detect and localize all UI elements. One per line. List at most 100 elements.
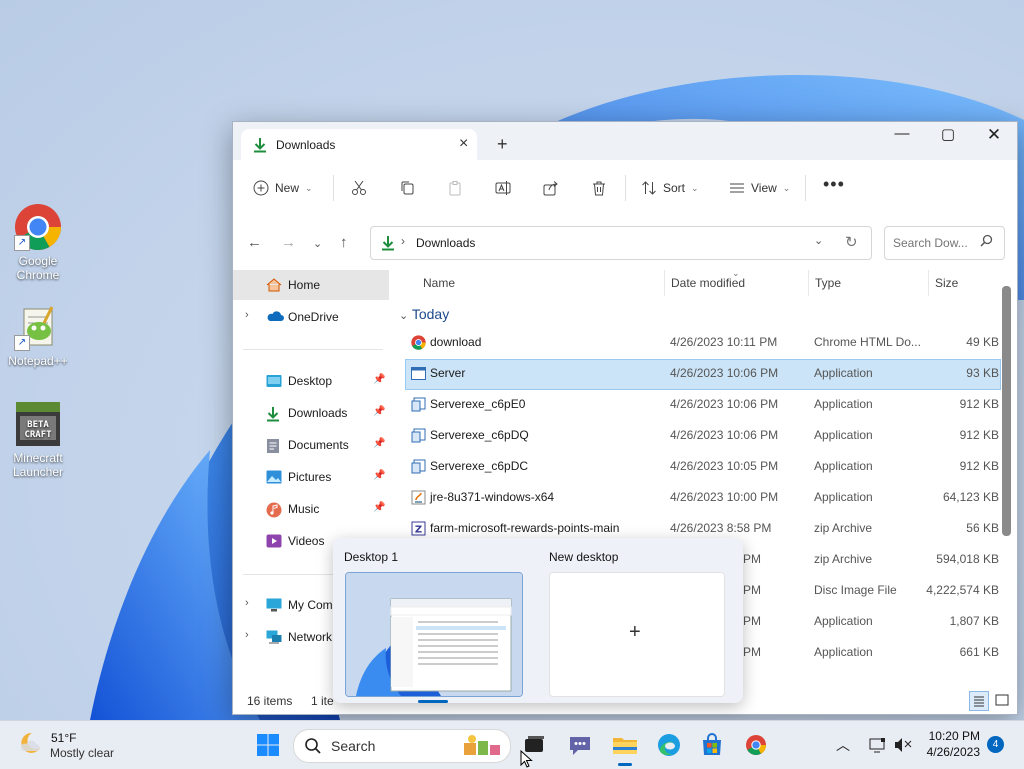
desktop-1-label: Desktop 1 — [344, 550, 399, 564]
close-tab-icon[interactable]: × — [459, 135, 468, 153]
download-icon — [266, 406, 282, 422]
table-row[interactable]: download 4/26/2023 10:11 PM Chrome HTML … — [405, 328, 999, 357]
sidebar-item-documents[interactable]: Documents 📌 — [233, 430, 389, 460]
taskbar-search[interactable]: Search — [293, 729, 511, 763]
details-view-button[interactable] — [969, 691, 989, 711]
weather-widget[interactable]: 51°F Mostly clear — [16, 729, 114, 760]
table-row[interactable]: Serverexe_c6pDC 4/26/2023 10:05 PM Appli… — [405, 452, 999, 481]
file-size: 594,018 KB — [936, 552, 999, 566]
new-desktop-button[interactable]: + — [549, 572, 725, 697]
address-dropdown-icon[interactable]: ⌄ — [814, 234, 823, 247]
selected-count: 1 ite — [311, 694, 334, 708]
minecraft-icon: BETA CRAFT — [14, 400, 62, 448]
share-button[interactable] — [543, 178, 559, 198]
chrome-html-icon — [411, 335, 426, 350]
file-name: jre-8u371-windows-x64 — [430, 490, 555, 504]
table-row-selected[interactable]: Server 4/26/2023 10:06 PM Application 93… — [405, 359, 1001, 390]
paste-button[interactable] — [447, 178, 463, 198]
group-header-today[interactable]: ⌄ Today — [399, 306, 449, 322]
teams-chat-button[interactable] — [564, 729, 596, 761]
close-window-button[interactable]: ✕ — [971, 125, 1017, 145]
file-name: Server — [430, 366, 466, 380]
desktop-icon-chrome[interactable]: ↗ Google Chrome — [4, 203, 72, 282]
volume-tray-button[interactable] — [888, 729, 920, 761]
plus-circle-icon — [253, 180, 269, 196]
file-size: 912 KB — [959, 397, 999, 411]
new-button[interactable]: New ⌄ — [253, 178, 313, 198]
sidebar-item-onedrive[interactable]: › OneDrive — [233, 302, 389, 332]
system-clock[interactable]: 10:20 PM 4/26/2023 — [918, 729, 980, 759]
show-hidden-icons-button[interactable]: ︿ — [836, 735, 850, 755]
sidebar-item-downloads[interactable]: Downloads 📌 — [233, 398, 389, 428]
file-type: Application — [814, 490, 873, 504]
view-list-icon — [730, 183, 744, 193]
sidebar-item-music[interactable]: Music 📌 — [233, 494, 389, 524]
file-name: Serverexe_c6pDC — [430, 459, 529, 473]
chrome-taskbar-button[interactable] — [740, 729, 772, 761]
sidebar-item-home[interactable]: Home — [233, 270, 389, 300]
recent-locations-button[interactable]: ⌄ — [313, 237, 322, 250]
address-bar[interactable]: › Downloads ⌄ ↻ — [370, 226, 872, 260]
toolbar-divider — [333, 175, 334, 201]
refresh-icon[interactable]: ↻ — [845, 233, 858, 251]
column-header-size[interactable]: Size — [935, 276, 958, 290]
notification-badge[interactable]: 4 — [987, 736, 1004, 753]
sidebar-item-desktop[interactable]: Desktop 📌 — [233, 366, 389, 396]
column-divider[interactable] — [664, 270, 665, 296]
cut-button[interactable] — [351, 178, 367, 198]
edge-button[interactable] — [653, 729, 685, 761]
sort-label: Sort — [663, 181, 686, 195]
videos-icon — [266, 534, 282, 548]
file-date: 4/26/2023 10:06 PM — [670, 428, 779, 442]
chevron-down-icon: ⌄ — [691, 182, 699, 193]
file-type: Application — [814, 366, 873, 380]
delete-button[interactable] — [591, 178, 607, 198]
sort-button[interactable]: Sort ⌄ — [641, 178, 699, 198]
rename-button[interactable] — [495, 178, 511, 198]
pictures-icon — [266, 470, 282, 484]
file-size: 912 KB — [959, 459, 999, 473]
back-button[interactable]: ← — [247, 234, 262, 251]
search-input[interactable] — [891, 235, 979, 251]
up-button[interactable]: ↑ — [340, 234, 348, 251]
view-button[interactable]: View ⌄ — [729, 178, 790, 198]
maximize-button[interactable]: ▢ — [925, 125, 971, 143]
start-button[interactable] — [252, 729, 284, 761]
column-header-name[interactable]: Name — [423, 276, 455, 290]
item-count: 16 items — [247, 694, 293, 708]
mouse-cursor-icon — [520, 750, 533, 768]
table-row[interactable]: Serverexe_c6pDQ 4/26/2023 10:06 PM Appli… — [405, 421, 999, 450]
desktop-icon-minecraft[interactable]: BETA CRAFT Minecraft Launcher — [4, 400, 72, 479]
copy-button[interactable] — [399, 178, 415, 198]
tiles-view-button[interactable] — [993, 691, 1011, 712]
toolbar-divider — [805, 175, 806, 201]
desktop-icon-label: Notepad++ — [8, 354, 68, 368]
more-options-button[interactable]: ••• — [823, 174, 845, 194]
shortcut-arrow-icon: ↗ — [14, 335, 30, 351]
vertical-scrollbar[interactable] — [1002, 286, 1011, 536]
weather-temp: 51°F — [51, 731, 77, 745]
expand-chevron-icon[interactable]: › — [245, 629, 249, 641]
tab-downloads[interactable]: Downloads × — [241, 129, 477, 160]
minimize-button[interactable]: — — [879, 125, 925, 142]
active-app-indicator — [618, 763, 632, 766]
sidebar-item-pictures[interactable]: Pictures 📌 — [233, 462, 389, 492]
new-tab-button[interactable]: + — [497, 134, 508, 155]
expand-chevron-icon[interactable]: › — [245, 597, 249, 609]
desktop-1-thumbnail[interactable] — [345, 572, 523, 697]
column-divider[interactable] — [928, 270, 929, 296]
column-divider[interactable] — [808, 270, 809, 296]
column-header-type[interactable]: Type — [815, 276, 841, 290]
copy-icon — [401, 181, 414, 195]
file-explorer-taskbar-button[interactable] — [609, 729, 641, 761]
file-type: Application — [814, 614, 873, 628]
table-row[interactable]: Serverexe_c6pE0 4/26/2023 10:06 PM Appli… — [405, 390, 999, 419]
store-button[interactable] — [696, 729, 728, 761]
file-size: 93 KB — [966, 366, 999, 380]
expand-chevron-icon[interactable]: › — [245, 309, 249, 321]
desktop-icon-notepadpp[interactable]: ↗ Notepad++ — [4, 303, 72, 368]
search-box[interactable] — [884, 226, 1005, 260]
chrome-icon: ↗ — [14, 203, 62, 251]
table-row[interactable]: jre-8u371-windows-x64 4/26/2023 10:00 PM… — [405, 483, 999, 512]
forward-button[interactable]: → — [281, 234, 296, 251]
